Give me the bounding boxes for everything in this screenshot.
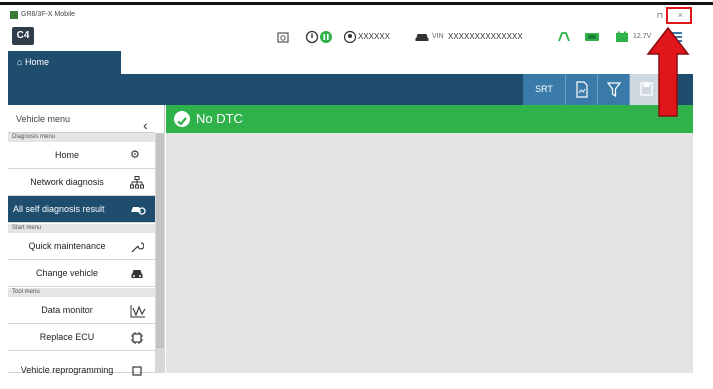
action-bar: SRT	[8, 74, 693, 105]
sidebar-scrollbar[interactable]	[155, 133, 165, 373]
chip-icon	[130, 357, 144, 389]
sidebar-item-change-vehicle[interactable]: Change vehicle	[8, 260, 155, 287]
document-button[interactable]	[565, 74, 597, 105]
sidebar-item-all-self-diagnosis[interactable]: All self diagnosis result	[8, 196, 155, 223]
sidebar-item-label: Change vehicle	[35, 268, 99, 278]
nav-tabs: ⌂ Home	[8, 51, 693, 74]
sidebar-item-label: Vehicle reprogramming	[20, 365, 114, 375]
sidebar-item-label: Home	[54, 150, 79, 160]
app-badge[interactable]: C4	[12, 27, 34, 45]
home-icon: ⌂	[17, 57, 23, 67]
sidebar-header: Vehicle menu ‹	[8, 105, 155, 133]
vin-label: VIN	[432, 33, 444, 40]
tab-home[interactable]: ⌂ Home	[8, 51, 121, 74]
gear-icon: ⚙	[130, 149, 140, 161]
sidebar-item-label: Data monitor	[41, 305, 93, 315]
app-window: GR8/3F-X Mobile ⊓ × C4 XXXXXX VIN XXXXXX…	[0, 0, 713, 376]
status-banner: No DTC	[166, 105, 693, 133]
title-bar: GR8/3F-X Mobile ⊓ ×	[8, 8, 693, 25]
tab-home-label: Home	[24, 57, 49, 67]
filter-button[interactable]	[597, 74, 629, 105]
sidebar-title: Vehicle menu	[16, 114, 71, 124]
sidebar-item-replace-ecu[interactable]: Replace ECU	[8, 324, 155, 351]
sidebar-item-label: Quick maintenance	[28, 241, 106, 251]
document-icon	[576, 81, 588, 98]
status-toolbar: C4 XXXXXX VIN XXXXXXXXXXXXXX 12.7V	[8, 25, 693, 51]
user-id: XXXXXX	[358, 32, 391, 41]
status-text: No DTC	[196, 111, 243, 126]
section-tool-menu: Tool menu	[8, 288, 155, 297]
sidebar-item-label: All self diagnosis result	[13, 204, 105, 214]
section-diagnosis-menu: Diagnosis menu	[8, 133, 155, 142]
filter-icon	[606, 82, 622, 98]
battery-card-icon	[584, 30, 600, 44]
app-logo-icon	[10, 11, 18, 19]
close-highlight-box	[666, 7, 692, 24]
user-icon	[343, 30, 357, 44]
main-content: No DTC	[166, 105, 693, 373]
camera-icon[interactable]	[276, 30, 290, 44]
sidebar-item-data-monitor[interactable]: Data monitor	[8, 297, 155, 324]
connection-icon	[305, 30, 335, 44]
pointer-arrow-icon	[646, 26, 690, 117]
check-circle-icon	[174, 111, 190, 127]
section-start-menu: Start menu	[8, 224, 155, 233]
sidebar-item-quick-maintenance[interactable]: Quick maintenance	[8, 233, 155, 260]
minimize-button[interactable]: ⊓	[657, 11, 663, 20]
window-edge	[693, 5, 698, 373]
srt-button[interactable]: SRT	[523, 74, 565, 105]
sidebar-item-network-diagnosis[interactable]: Network diagnosis	[8, 169, 155, 196]
sidebar-item-label: Replace ECU	[39, 332, 95, 342]
scrollbar-thumb[interactable]	[156, 133, 164, 348]
sidebar-item-home[interactable]: Home ⚙	[8, 142, 155, 169]
vin-value: XXXXXXXXXXXXXX	[448, 32, 523, 41]
top-border	[0, 2, 713, 5]
battery-icon	[615, 30, 629, 44]
sidebar-item-vehicle-reprogramming[interactable]: Vehicle reprogramming	[8, 351, 155, 376]
window-title: GR8/3F-X Mobile	[21, 11, 76, 18]
hand-car-icon[interactable]	[556, 30, 572, 44]
sidebar-item-label: Network diagnosis	[30, 177, 104, 187]
vehicle-icon	[414, 30, 430, 44]
vehicle-menu-sidebar: Vehicle menu ‹ Diagnosis menu Home ⚙ Net…	[8, 105, 165, 376]
